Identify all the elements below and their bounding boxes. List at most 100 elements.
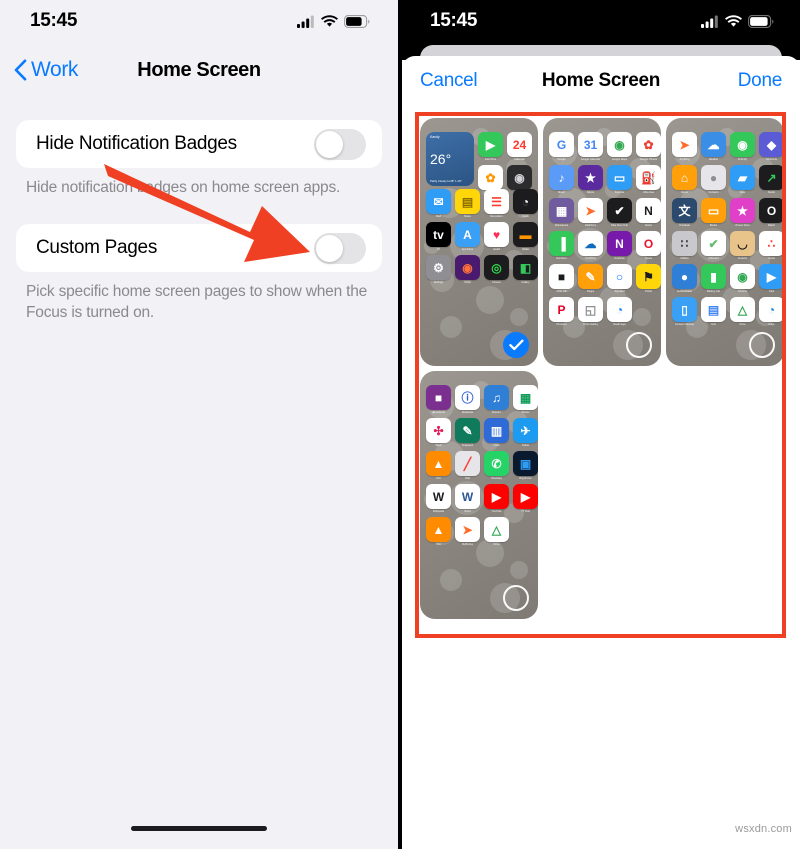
page-select-circle[interactable] bbox=[626, 332, 652, 358]
app-icon-contact-cleanup: ▯ Contact Cleanup bbox=[672, 297, 697, 327]
app-label: Wallet bbox=[521, 248, 530, 251]
app-label: Pinterest bbox=[556, 323, 567, 326]
app-icon-signaled: ○ Signaled bbox=[607, 264, 632, 294]
app-icon-vlc: ▲ VLC bbox=[426, 517, 451, 547]
app-row: ✣ Slack ✎ Snapseed ▥ Trello ✈ Twitter bbox=[426, 418, 538, 448]
app-icon-shazam: ♫ Shazam bbox=[484, 385, 509, 415]
app-glyph: ★ bbox=[578, 165, 603, 190]
app-row: W Wikipedia W Word ▶ YouTube ▶ YT Kids bbox=[426, 484, 538, 514]
app-icon-find-my: ◉ Find My bbox=[730, 132, 755, 162]
app-icon-keynote: ▭ Keynote bbox=[607, 165, 632, 195]
app-row: ▦ Mainstreets ➤ Mailchimp ✔ Nike Run Club N Not… bbox=[549, 198, 661, 228]
app-row: ➤ Anything ☁ Weather ◉ Find My ◆ Shortcuts bbox=[672, 132, 784, 162]
app-label: Weather bbox=[708, 158, 719, 161]
app-icon-realimage: ◔ RealImage bbox=[607, 297, 632, 327]
app-glyph: ✉ bbox=[426, 189, 451, 214]
app-glyph: ▲ bbox=[426, 451, 451, 476]
app-label: AdGuard bbox=[708, 257, 719, 260]
app-label: Signaled bbox=[614, 290, 625, 293]
app-icon-youtube: ▶ YouTube bbox=[484, 484, 509, 514]
app-icon-calendar: 24 Calendar bbox=[507, 132, 532, 162]
app-label: Find My bbox=[737, 158, 748, 161]
page-icon-layout: G Google 31 Google Calendar ◉ Google Maps ✿ Goo… bbox=[549, 132, 661, 332]
back-button-label: Work bbox=[31, 58, 79, 81]
app-row: G Google 31 Google Calendar ◉ Google Maps ✿ Goo… bbox=[549, 132, 661, 162]
app-icon-contacts: ● Contacts bbox=[701, 165, 726, 195]
app-glyph: G bbox=[549, 132, 574, 157]
app-icon-snapseed: ✎ Snapseed bbox=[455, 418, 480, 448]
app-icon-nike-run-club: ✔ Nike Run Club bbox=[607, 198, 632, 228]
app-glyph: ◔ bbox=[759, 297, 784, 322]
app-glyph: ◔ bbox=[513, 189, 538, 214]
app-glyph: ⚑ bbox=[636, 264, 661, 289]
app-icon-whatsapp: ✆ WhatsApp bbox=[484, 451, 509, 481]
hide-notification-badges-toggle[interactable] bbox=[314, 128, 366, 160]
app-glyph: ☰ bbox=[484, 189, 509, 214]
status-bar: 15:45 bbox=[0, 0, 398, 42]
status-bar: 15:45 bbox=[402, 0, 800, 42]
app-label: Contact Cleanup bbox=[674, 323, 695, 326]
app-glyph: ◉ bbox=[507, 165, 532, 190]
app-glyph: ■ bbox=[549, 264, 574, 289]
app-glyph: ▯ bbox=[672, 297, 697, 322]
app-row: ♪ Music ★ iMovie ▭ Keynote ⛽ Ultra Gas bbox=[549, 165, 661, 195]
app-label: Health bbox=[492, 248, 501, 251]
wifi-icon bbox=[725, 14, 742, 27]
done-button[interactable]: Done bbox=[738, 70, 783, 92]
app-icon-pages: ✎ Pages bbox=[578, 264, 603, 294]
app-icon-drive: △ Drive bbox=[484, 517, 509, 547]
app-glyph: ☁ bbox=[701, 132, 726, 157]
app-glyph: ◎ bbox=[484, 255, 509, 280]
app-icon-notion: N Notion bbox=[636, 198, 661, 228]
app-label: Drive bbox=[493, 543, 500, 546]
app-row: ▯ Contact Cleanup ▤ Docs △ Drive ◔ Edge bbox=[672, 297, 784, 327]
app-label: WhatsApp bbox=[490, 477, 503, 480]
app-glyph: 31 bbox=[578, 132, 603, 157]
app-icon-trello: ▥ Trello bbox=[484, 418, 509, 448]
app-icon-drive: △ Drive bbox=[730, 297, 755, 327]
app-icon-weather: ☁ Weather bbox=[701, 132, 726, 162]
app-icon-authenticator: ● Authenticator bbox=[672, 264, 697, 294]
app-glyph: ◉ bbox=[730, 132, 755, 157]
home-screen-page-thumbnail[interactable]: Kandy 26° Partly Cloudy H:28° L:19° ▶ FaceTi… bbox=[420, 118, 538, 366]
app-glyph: tv bbox=[426, 222, 451, 247]
weather-widget[interactable]: Kandy 26° Partly Cloudy H:28° L:19° bbox=[426, 132, 474, 186]
chevron-left-icon bbox=[14, 59, 27, 81]
home-screen-page-thumbnail[interactable]: G Google 31 Google Calendar ◉ Google Maps ✿ Goo… bbox=[543, 118, 661, 366]
app-icon-facetime: ▶ FaceTime bbox=[478, 132, 503, 162]
app-icon-watch: O Watch bbox=[759, 198, 784, 228]
app-label: Sheets bbox=[521, 411, 530, 414]
hide-notification-badges-row[interactable]: Hide Notification Badges bbox=[16, 120, 382, 168]
page-select-circle[interactable] bbox=[749, 332, 775, 358]
app-label: Google bbox=[557, 158, 566, 161]
cellular-bars-icon bbox=[297, 15, 314, 28]
home-screen-page-thumbnail[interactable]: ➤ Anything ☁ Weather ◉ Find My ◆ Shortcuts ⌂ Home… bbox=[666, 118, 784, 366]
app-glyph: ▲ bbox=[426, 517, 451, 542]
app-icon-ultra-gas: ⛽ Ultra Gas bbox=[636, 165, 661, 195]
navigation-bar: Work Home Screen bbox=[0, 42, 398, 98]
home-screen-page-thumbnail[interactable]: ■ gReadwork ⓘ Readwise ♫ Shazam ▦ Sheets ✣ Slack ✎… bbox=[420, 371, 538, 619]
page-select-circle[interactable] bbox=[503, 585, 529, 611]
app-label: Nike Run Club bbox=[611, 224, 628, 227]
app-glyph: ✎ bbox=[455, 418, 480, 443]
wifi-icon bbox=[321, 14, 338, 27]
app-row: ▐ Numbers ☁ OneDrive N OneNote O Opera bbox=[549, 231, 661, 261]
app-icon-app-store: A App Store bbox=[455, 222, 480, 252]
page-icon-layout: Kandy 26° Partly Cloudy H:28° L:19° ▶ FaceTi… bbox=[426, 132, 538, 332]
app-label: FaceTime bbox=[484, 158, 497, 161]
app-glyph: ▶ bbox=[484, 484, 509, 509]
app-label: Docs bbox=[710, 323, 717, 326]
app-icon-mailchimp: ➤ Mailchimp bbox=[578, 198, 603, 228]
app-label: App Store bbox=[461, 248, 474, 251]
page-selected-checkmark[interactable] bbox=[503, 332, 529, 358]
back-button[interactable]: Work bbox=[14, 58, 78, 82]
app-icon-chrome: ◉ Chrome bbox=[730, 264, 755, 294]
custom-pages-toggle[interactable] bbox=[314, 232, 366, 264]
app-label: YouTube bbox=[491, 510, 502, 513]
app-label: RealImage bbox=[613, 323, 626, 326]
cancel-button[interactable]: Cancel bbox=[420, 70, 478, 92]
app-label: Music bbox=[558, 191, 565, 194]
custom-pages-row[interactable]: Custom Pages bbox=[16, 224, 382, 272]
app-label: Chrome bbox=[737, 290, 748, 293]
app-icon-notes: ▤ Notes bbox=[455, 189, 480, 219]
